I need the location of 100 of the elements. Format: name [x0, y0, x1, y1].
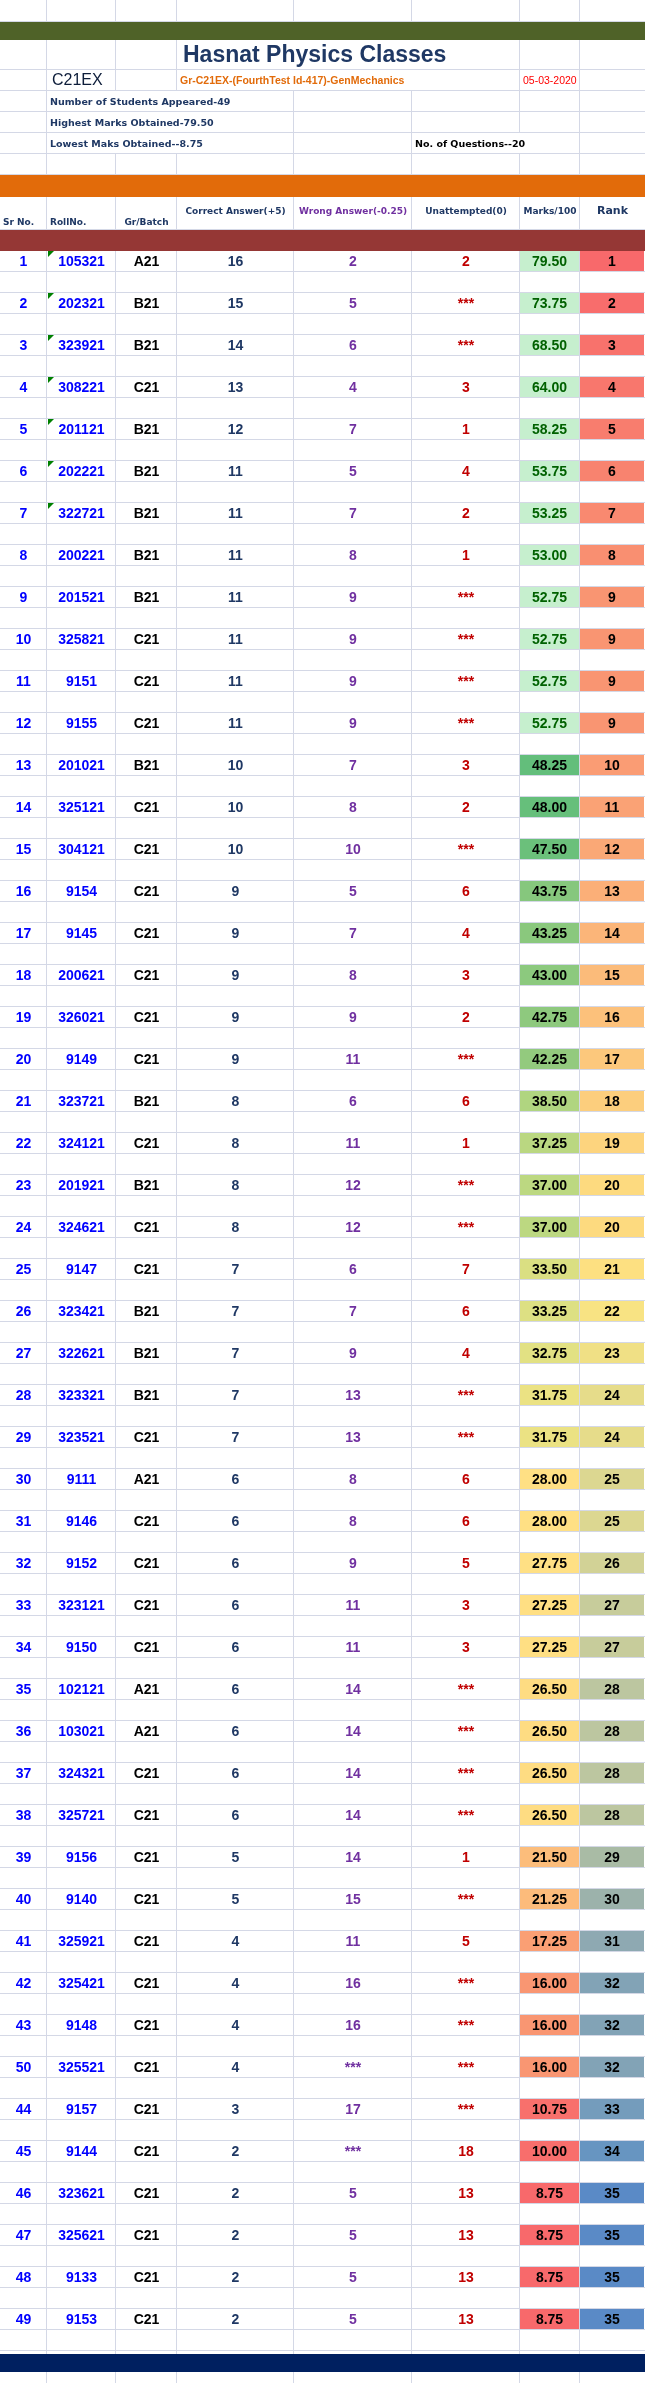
table-cell: 8.75: [520, 2267, 579, 2287]
table-cell: 16.00: [520, 2015, 579, 2035]
table-cell: 8.75: [520, 2183, 579, 2203]
table-cell: 43.75: [520, 881, 579, 901]
table-cell-text: C21: [132, 1764, 161, 1783]
table-cell-text: 6: [461, 1512, 471, 1531]
table-cell-text: 5: [230, 1848, 241, 1867]
table-cell-text: C21: [132, 1638, 161, 1657]
table-cell-text: 3: [461, 378, 471, 397]
table-cell-text: 17: [14, 924, 33, 943]
table-cell: 43.00: [520, 965, 579, 985]
table-cell-text: B21: [132, 1302, 161, 1321]
table-cell: 35: [580, 2225, 644, 2245]
table-cell-text: 6: [348, 336, 358, 355]
table-cell: 30: [580, 1889, 644, 1909]
table-cell-text: 4: [461, 1344, 471, 1363]
table-cell-text: 26: [14, 1302, 33, 1321]
table-cell-text: B21: [132, 1344, 161, 1363]
error-indicator-icon[interactable]: [48, 251, 54, 257]
column-header: Correct Answer(+5): [184, 204, 287, 218]
table-cell: 68.50: [520, 335, 579, 355]
table-cell-text: ***: [456, 1680, 476, 1699]
table-cell: 35: [580, 2183, 644, 2203]
table-cell-text: 8: [348, 1470, 358, 1489]
table-cell: 9: [580, 629, 644, 649]
table-cell-text: 31: [14, 1512, 33, 1531]
error-indicator-icon[interactable]: [48, 377, 54, 383]
table-cell: 27: [580, 1595, 644, 1615]
table-cell: 28: [580, 1763, 644, 1783]
table-cell-text: 5: [348, 2226, 358, 2245]
table-cell-text: 7: [348, 420, 358, 439]
table-cell-text: 4: [461, 924, 471, 943]
table-cell-text: 6: [348, 1092, 358, 1111]
table-cell: 26: [580, 1553, 644, 1573]
table-cell-text: 33: [14, 1596, 33, 1615]
table-cell-text: 2: [230, 2184, 241, 2203]
table-cell: 16: [580, 1007, 644, 1027]
table-cell-text: B21: [132, 546, 161, 565]
table-cell-text: 11: [227, 504, 244, 523]
table-cell-text: 325721: [57, 1806, 106, 1825]
error-indicator-icon[interactable]: [48, 503, 54, 509]
table-cell: 19: [580, 1133, 644, 1153]
table-cell: 26.50: [520, 1763, 579, 1783]
table-cell-text: 13: [457, 2226, 475, 2245]
table-cell-text: 4: [230, 2016, 241, 2035]
error-indicator-icon[interactable]: [48, 419, 54, 425]
table-cell: 28.00: [520, 1469, 579, 1489]
table-cell-text: 4: [461, 462, 471, 481]
table-cell-text: 10: [226, 756, 245, 775]
error-indicator-icon[interactable]: [48, 293, 54, 299]
table-cell: 43.25: [520, 923, 579, 943]
table-cell-text: 201921: [57, 1176, 106, 1195]
table-cell: 34: [580, 2141, 644, 2161]
table-cell-text: ***: [456, 294, 476, 313]
table-cell-text: 11: [15, 672, 32, 691]
table-cell-text: 2: [230, 2268, 241, 2287]
table-cell-text: ***: [456, 1386, 476, 1405]
table-cell: 24: [580, 1385, 644, 1405]
table-cell: 6: [580, 461, 644, 481]
table-cell: 18: [580, 1091, 644, 1111]
table-cell-text: 1: [461, 1134, 471, 1153]
table-cell-text: 28: [14, 1386, 33, 1405]
table-cell-text: 323121: [57, 1596, 106, 1615]
table-cell-text: 42: [14, 1974, 33, 1993]
table-cell: 73.75: [520, 293, 579, 313]
error-indicator-icon[interactable]: [48, 335, 54, 341]
table-cell-text: 6: [230, 1596, 241, 1615]
table-cell: 37.00: [520, 1175, 579, 1195]
table-cell: 14: [580, 923, 644, 943]
table-cell-text: 25: [14, 1260, 33, 1279]
table-cell-text: 12: [226, 420, 245, 439]
table-cell-text: C21: [132, 798, 161, 817]
table-cell-text: 9152: [64, 1554, 99, 1573]
table-cell: 37.25: [520, 1133, 579, 1153]
table-cell-text: 11: [344, 1596, 362, 1615]
column-header: Gr/Batch: [123, 216, 170, 229]
table-cell-text: C21: [132, 1848, 161, 1867]
table-cell: 8.75: [520, 2225, 579, 2245]
table-cell: 27.75: [520, 1553, 579, 1573]
column-header: Marks/100: [522, 204, 578, 218]
table-cell-text: 102121: [57, 1680, 106, 1699]
table-cell-text: C21: [132, 672, 161, 691]
table-cell-text: 324321: [57, 1764, 106, 1783]
table-cell-text: 9133: [64, 2268, 99, 2287]
error-indicator-icon[interactable]: [48, 461, 54, 467]
table-cell-text: 8: [348, 966, 358, 985]
table-cell-text: C21: [132, 1050, 161, 1069]
table-cell-text: 7: [348, 924, 358, 943]
table-cell-text: 8: [230, 1092, 241, 1111]
table-cell: 42.25: [520, 1049, 579, 1069]
table-cell-text: 9: [348, 672, 358, 691]
table-cell-text: 11: [227, 588, 244, 607]
table-cell: 12: [580, 839, 644, 859]
table-cell-text: ***: [456, 1806, 476, 1825]
table-cell-text: 200221: [57, 546, 106, 565]
table-cell-text: 5: [348, 294, 358, 313]
table-cell-text: 6: [230, 1764, 241, 1783]
table-cell-text: 9150: [64, 1638, 99, 1657]
column-header: Wrong Answer(-0.25): [297, 204, 409, 218]
table-cell-text: 5: [461, 1932, 471, 1951]
